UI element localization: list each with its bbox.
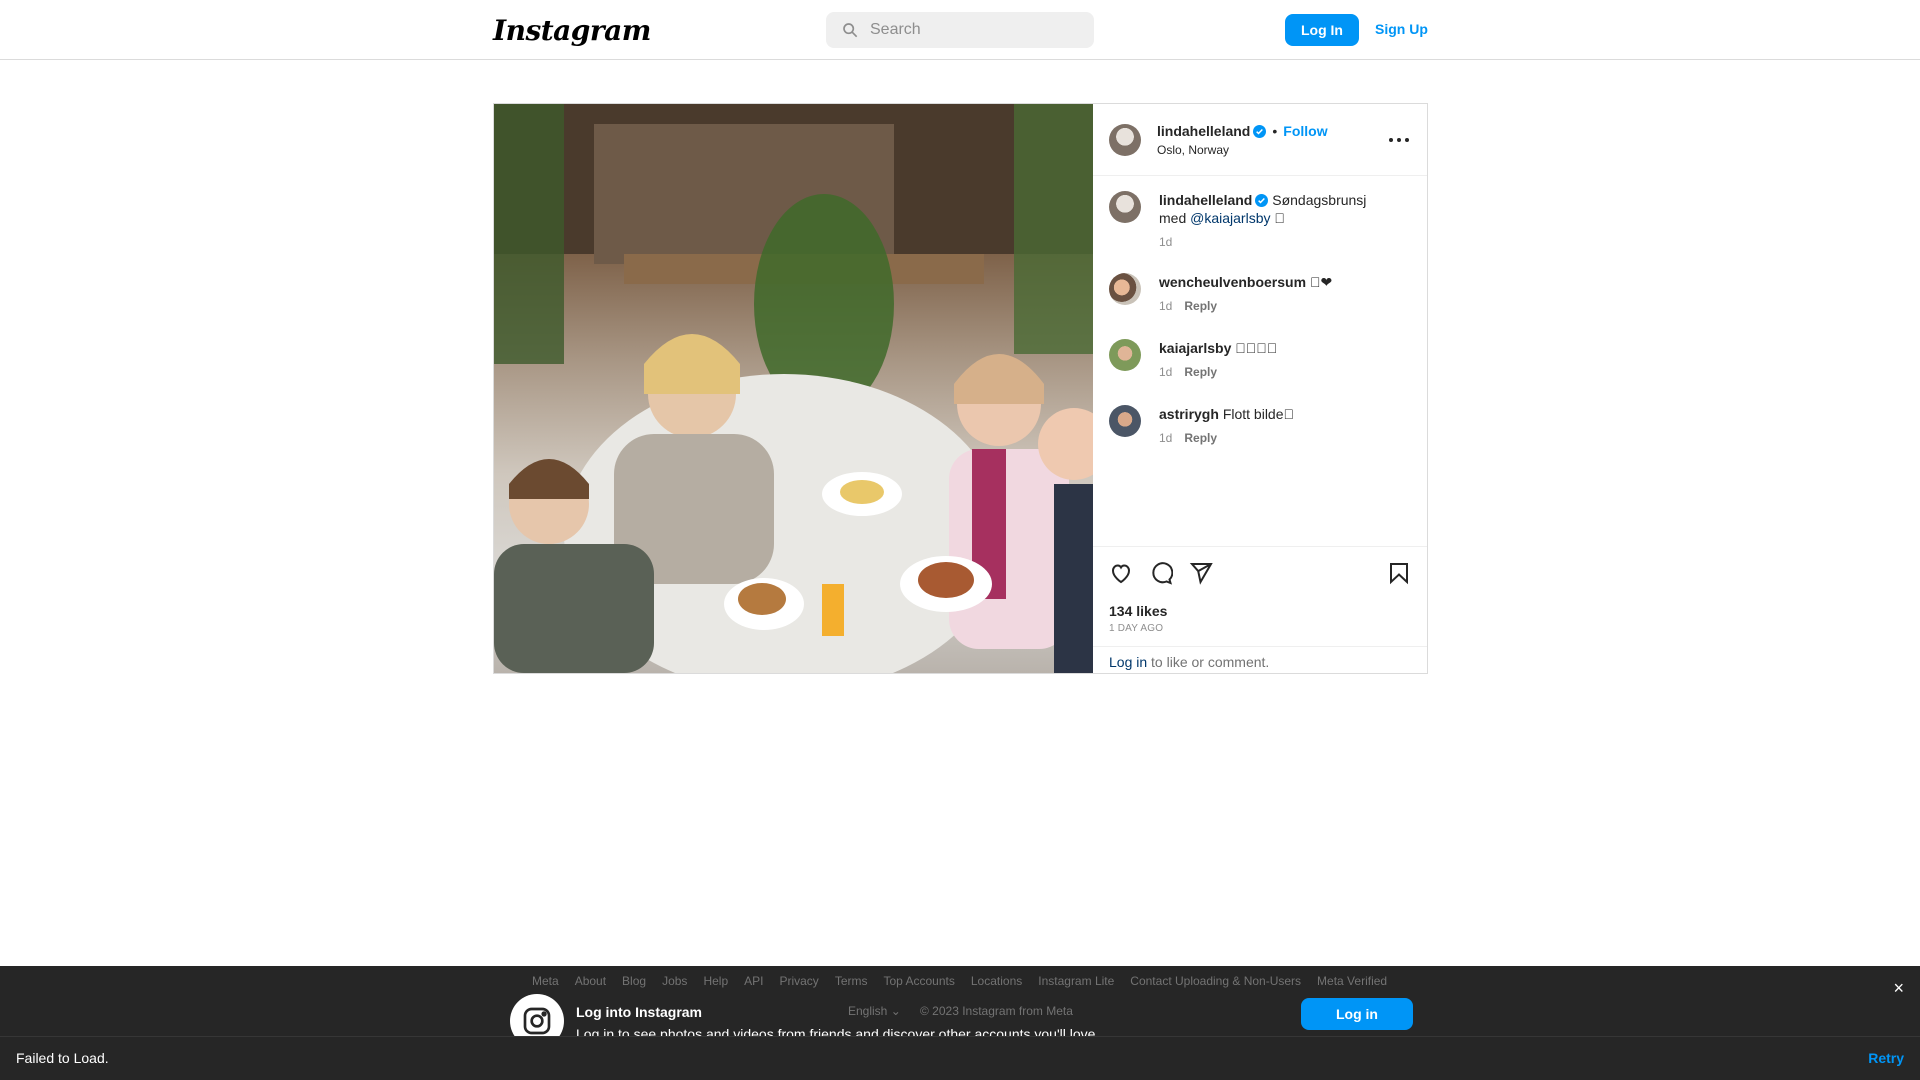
- verified-badge-icon: [1253, 124, 1267, 138]
- reply-button[interactable]: Reply: [1184, 431, 1217, 445]
- author-info: lindahelleland • Follow Oslo, Norway: [1157, 123, 1328, 157]
- login-button[interactable]: Log In: [1285, 14, 1359, 46]
- banner-title: Log into Instagram: [576, 1004, 702, 1020]
- footer-link[interactable]: Contact Uploading & Non-Users: [1130, 974, 1301, 988]
- comment-username[interactable]: wencheulvenboersum: [1159, 274, 1306, 290]
- save-bookmark-icon[interactable]: [1387, 561, 1411, 585]
- language-selector[interactable]: English ⌄: [848, 1004, 901, 1018]
- search-box[interactable]: [826, 12, 1094, 48]
- more-options-icon[interactable]: [1387, 134, 1411, 146]
- post-sidebar: lindahelleland • Follow Oslo, Norway lin…: [1093, 104, 1427, 673]
- language-label: English: [848, 1004, 888, 1018]
- caption-avatar[interactable]: [1109, 191, 1141, 223]
- footer-link[interactable]: Locations: [971, 974, 1022, 988]
- comment-text:  ❤: [1309, 274, 1333, 290]
- login-prompt: Log in to like or comment.: [1093, 646, 1427, 673]
- post-card: lindahelleland • Follow Oslo, Norway lin…: [493, 103, 1428, 674]
- login-prompt-text: to like or comment.: [1147, 654, 1270, 670]
- post-photo[interactable]: [494, 104, 1093, 673]
- commenter-avatar[interactable]: [1109, 405, 1141, 437]
- verified-badge-icon: [1255, 194, 1269, 207]
- comment-username[interactable]: astrirygh: [1159, 406, 1219, 422]
- post-header: lindahelleland • Follow Oslo, Norway: [1093, 104, 1427, 176]
- login-prompt-link[interactable]: Log in: [1109, 654, 1147, 670]
- author-avatar[interactable]: [1109, 124, 1141, 156]
- commenter-avatar[interactable]: [1109, 273, 1141, 305]
- separator-dot: •: [1272, 123, 1278, 139]
- like-heart-icon[interactable]: [1109, 561, 1133, 585]
- share-send-icon[interactable]: [1189, 561, 1213, 585]
- post-actions: 134 likes 1 DAY AGO: [1093, 546, 1427, 646]
- footer-link[interactable]: About: [575, 974, 606, 988]
- likes-count[interactable]: 134 likes: [1109, 603, 1167, 619]
- comment-time[interactable]: 1d: [1159, 299, 1172, 313]
- comment-text:     : [1235, 340, 1278, 356]
- close-icon[interactable]: ×: [1893, 978, 1904, 999]
- post-photo-illustration: [494, 104, 1093, 673]
- footer-link[interactable]: Meta Verified: [1317, 974, 1387, 988]
- footer-link[interactable]: API: [744, 974, 763, 988]
- reply-button[interactable]: Reply: [1184, 365, 1217, 379]
- caption-time[interactable]: 1d: [1159, 235, 1172, 249]
- comment-username[interactable]: kaiajarlsby: [1159, 340, 1231, 356]
- status-bar: Failed to Load. Retry: [0, 1036, 1920, 1080]
- footer-link[interactable]: Help: [703, 974, 728, 988]
- comments-section: lindahelleland Søndagsbrunsj med @kaiaja…: [1093, 176, 1427, 546]
- reply-button[interactable]: Reply: [1184, 299, 1217, 313]
- author-username[interactable]: lindahelleland: [1157, 123, 1250, 139]
- top-navigation-bar: Instagram Log In Sign Up: [0, 0, 1920, 60]
- search-input[interactable]: [870, 21, 1070, 39]
- post-date[interactable]: 1 DAY AGO: [1109, 623, 1163, 634]
- comment-text: Flott bilde : [1222, 406, 1295, 422]
- footer-link[interactable]: Privacy: [779, 974, 818, 988]
- caption-mention-link[interactable]: @kaiajarlsby: [1190, 210, 1270, 226]
- caption-emoji:  : [1270, 210, 1285, 226]
- comment-time[interactable]: 1d: [1159, 431, 1172, 445]
- footer-link[interactable]: Blog: [622, 974, 646, 988]
- instagram-logo[interactable]: Instagram: [493, 14, 651, 47]
- follow-button[interactable]: Follow: [1283, 123, 1327, 139]
- retry-button[interactable]: Retry: [1868, 1050, 1904, 1066]
- footer-links: Meta About Blog Jobs Help API Privacy Te…: [532, 974, 1387, 988]
- post-location[interactable]: Oslo, Norway: [1157, 143, 1328, 157]
- footer-link[interactable]: Top Accounts: [883, 974, 954, 988]
- comment-time[interactable]: 1d: [1159, 365, 1172, 379]
- banner-login-button[interactable]: Log in: [1301, 998, 1413, 1030]
- footer-link[interactable]: Jobs: [662, 974, 687, 988]
- login-banner: Meta About Blog Jobs Help API Privacy Te…: [0, 966, 1920, 1048]
- footer-link[interactable]: Meta: [532, 974, 559, 988]
- search-icon: [843, 23, 858, 38]
- footer-link[interactable]: Instagram Lite: [1038, 974, 1114, 988]
- footer-link[interactable]: Terms: [835, 974, 868, 988]
- comment-bubble-icon[interactable]: [1149, 561, 1173, 585]
- status-message: Failed to Load.: [16, 1050, 109, 1066]
- signup-link[interactable]: Sign Up: [1375, 21, 1428, 37]
- commenter-avatar[interactable]: [1109, 339, 1141, 371]
- chevron-down-icon: ⌄: [890, 1004, 901, 1018]
- copyright: © 2023 Instagram from Meta: [920, 1004, 1073, 1018]
- caption-username[interactable]: lindahelleland: [1159, 192, 1252, 208]
